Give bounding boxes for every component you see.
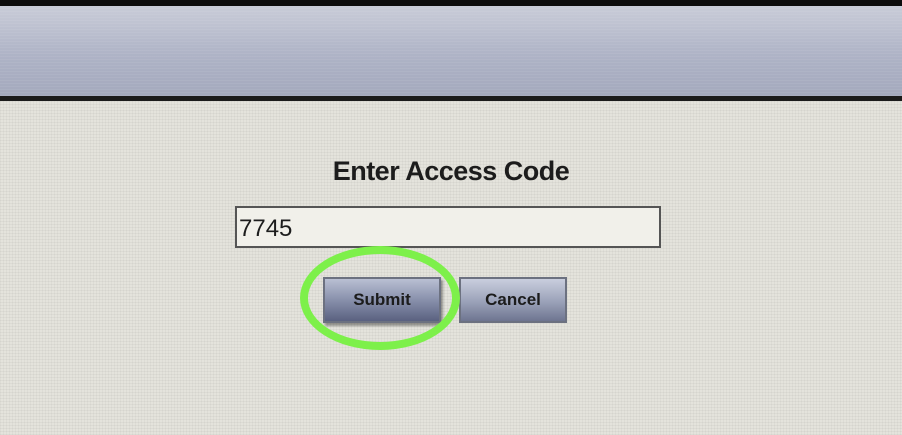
access-code-input[interactable] [235,206,661,248]
title-bar [0,6,902,96]
screen: Enter Access Code Submit Cancel [0,6,902,435]
dialog-title: Enter Access Code [332,156,570,186]
title-bar-divider [0,96,902,101]
submit-button[interactable]: Submit [323,277,441,323]
cancel-button[interactable]: Cancel [459,277,567,323]
